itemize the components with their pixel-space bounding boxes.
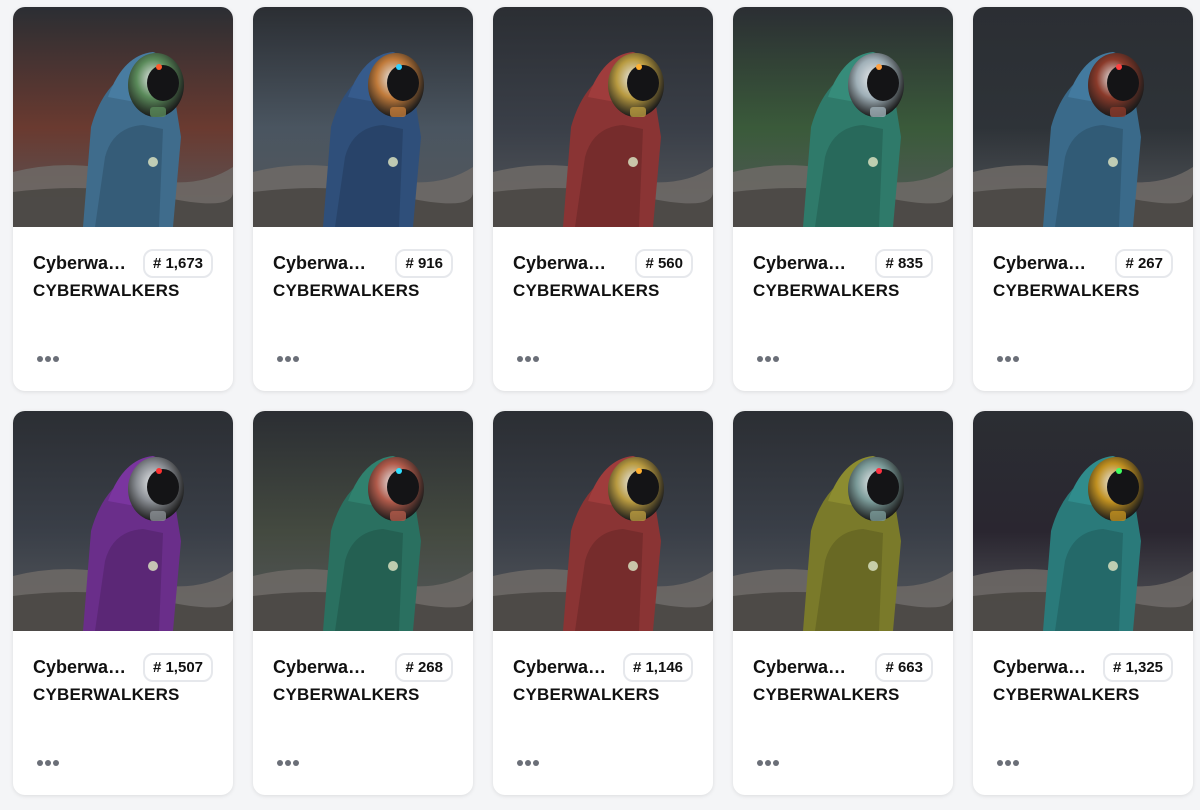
nft-card[interactable]: Cyberwalker # 1,146 CYBERWALKERS bbox=[493, 411, 713, 795]
collection-name: CYBERWALKERS bbox=[753, 281, 900, 300]
collection-name: CYBERWALKERS bbox=[33, 281, 180, 300]
rank-badge: # 663 bbox=[875, 652, 933, 682]
nft-card[interactable]: Cyberwalker # 560 CYBERWALKERS bbox=[493, 7, 713, 391]
collection-name: CYBERWALKERS bbox=[993, 685, 1140, 704]
nft-image[interactable] bbox=[973, 411, 1193, 631]
more-icon[interactable] bbox=[757, 756, 781, 768]
artwork-illustration bbox=[493, 411, 713, 631]
nft-card[interactable]: Cyberwalker # 1,507 CYBERWALKERS bbox=[13, 411, 233, 795]
more-icon[interactable] bbox=[277, 352, 301, 364]
more-icon[interactable] bbox=[757, 352, 781, 364]
more-icon[interactable] bbox=[277, 756, 301, 768]
rank-badge: # 916 bbox=[395, 248, 453, 278]
artwork-illustration bbox=[733, 7, 953, 227]
rank-badge: # 268 bbox=[395, 652, 453, 682]
more-icon[interactable] bbox=[997, 756, 1021, 768]
nft-name: Cyberwalker bbox=[513, 656, 609, 677]
collection-name: CYBERWALKERS bbox=[513, 685, 660, 704]
nft-image[interactable] bbox=[13, 7, 233, 227]
nft-name: Cyberwalker bbox=[753, 656, 849, 677]
nft-card[interactable]: Cyberwalker # 663 CYBERWALKERS bbox=[733, 411, 953, 795]
nft-image[interactable] bbox=[13, 411, 233, 631]
rank-badge: # 835 bbox=[875, 248, 933, 278]
nft-image[interactable] bbox=[253, 7, 473, 227]
artwork-illustration bbox=[733, 411, 953, 631]
artwork-illustration bbox=[253, 411, 473, 631]
rank-badge: # 1,673 bbox=[142, 248, 213, 278]
nft-card[interactable]: Cyberwalker # 916 CYBERWALKERS bbox=[253, 7, 473, 391]
nft-image[interactable] bbox=[493, 7, 713, 227]
collection-name: CYBERWALKERS bbox=[273, 281, 420, 300]
collection-name: CYBERWALKERS bbox=[753, 685, 900, 704]
nft-card[interactable]: Cyberwalker # 267 CYBERWALKERS bbox=[973, 7, 1193, 391]
nft-card[interactable]: Cyberwalker # 268 CYBERWALKERS bbox=[253, 411, 473, 795]
nft-name: Cyberwalker bbox=[993, 656, 1089, 677]
nft-name: Cyberwalker bbox=[33, 656, 129, 677]
nft-image[interactable] bbox=[733, 411, 953, 631]
nft-name: Cyberwalker bbox=[513, 252, 609, 273]
nft-name: Cyberwalker bbox=[993, 252, 1089, 273]
artwork-illustration bbox=[973, 7, 1193, 227]
collection-name: CYBERWALKERS bbox=[273, 685, 420, 704]
nft-image[interactable] bbox=[493, 411, 713, 631]
rank-badge: # 1,146 bbox=[622, 652, 693, 682]
nft-image[interactable] bbox=[253, 411, 473, 631]
rank-badge: # 560 bbox=[635, 248, 693, 278]
more-icon[interactable] bbox=[517, 756, 541, 768]
rank-badge: # 1,507 bbox=[142, 652, 213, 682]
more-icon[interactable] bbox=[37, 352, 61, 364]
nft-card[interactable]: Cyberwalker # 1,673 CYBERWALKERS bbox=[13, 7, 233, 391]
artwork-illustration bbox=[253, 7, 473, 227]
more-icon[interactable] bbox=[517, 352, 541, 364]
nft-card[interactable]: Cyberwalker # 1,325 CYBERWALKERS bbox=[973, 411, 1193, 795]
collection-name: CYBERWALKERS bbox=[513, 281, 660, 300]
nft-name: Cyberwalker bbox=[273, 252, 369, 273]
nft-name: Cyberwalker bbox=[273, 656, 369, 677]
nft-name: Cyberwalker bbox=[753, 252, 849, 273]
nft-name: Cyberwalker bbox=[33, 252, 129, 273]
more-icon[interactable] bbox=[997, 352, 1021, 364]
artwork-illustration bbox=[13, 411, 233, 631]
artwork-illustration bbox=[13, 7, 233, 227]
more-icon[interactable] bbox=[37, 756, 61, 768]
artwork-illustration bbox=[973, 411, 1193, 631]
artwork-illustration bbox=[493, 7, 713, 227]
nft-grid: Cyberwalker # 1,673 CYBERWALKERS bbox=[13, 7, 1193, 795]
collection-name: CYBERWALKERS bbox=[993, 281, 1140, 300]
collection-name: CYBERWALKERS bbox=[33, 685, 180, 704]
nft-image[interactable] bbox=[973, 7, 1193, 227]
nft-card[interactable]: Cyberwalker # 835 CYBERWALKERS bbox=[733, 7, 953, 391]
rank-badge: # 1,325 bbox=[1102, 652, 1173, 682]
nft-image[interactable] bbox=[733, 7, 953, 227]
rank-badge: # 267 bbox=[1115, 248, 1173, 278]
